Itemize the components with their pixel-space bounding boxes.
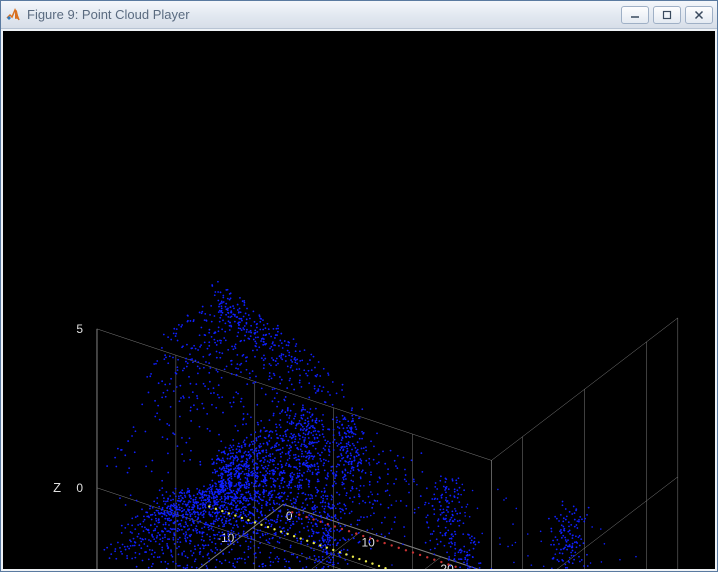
point-cloud-points — [103, 281, 636, 569]
svg-text:5: 5 — [76, 322, 83, 336]
svg-text:10: 10 — [362, 535, 376, 549]
minimize-button[interactable] — [621, 6, 649, 24]
svg-text:Z: Z — [53, 480, 61, 495]
point-cloud-plot[interactable]: 01020304050-10010-505XYZ — [3, 31, 715, 569]
svg-text:20: 20 — [440, 562, 454, 569]
close-button[interactable] — [685, 6, 713, 24]
figure-window: Figure 9: Point Cloud Player 01020304050… — [0, 0, 718, 572]
svg-text:0: 0 — [76, 481, 83, 495]
titlebar[interactable]: Figure 9: Point Cloud Player — [1, 1, 717, 29]
window-title: Figure 9: Point Cloud Player — [27, 7, 621, 22]
matlab-icon — [5, 7, 21, 23]
maximize-button[interactable] — [653, 6, 681, 24]
window-controls — [621, 6, 713, 24]
axes-3d[interactable]: 01020304050-10010-505XYZ — [3, 31, 715, 569]
